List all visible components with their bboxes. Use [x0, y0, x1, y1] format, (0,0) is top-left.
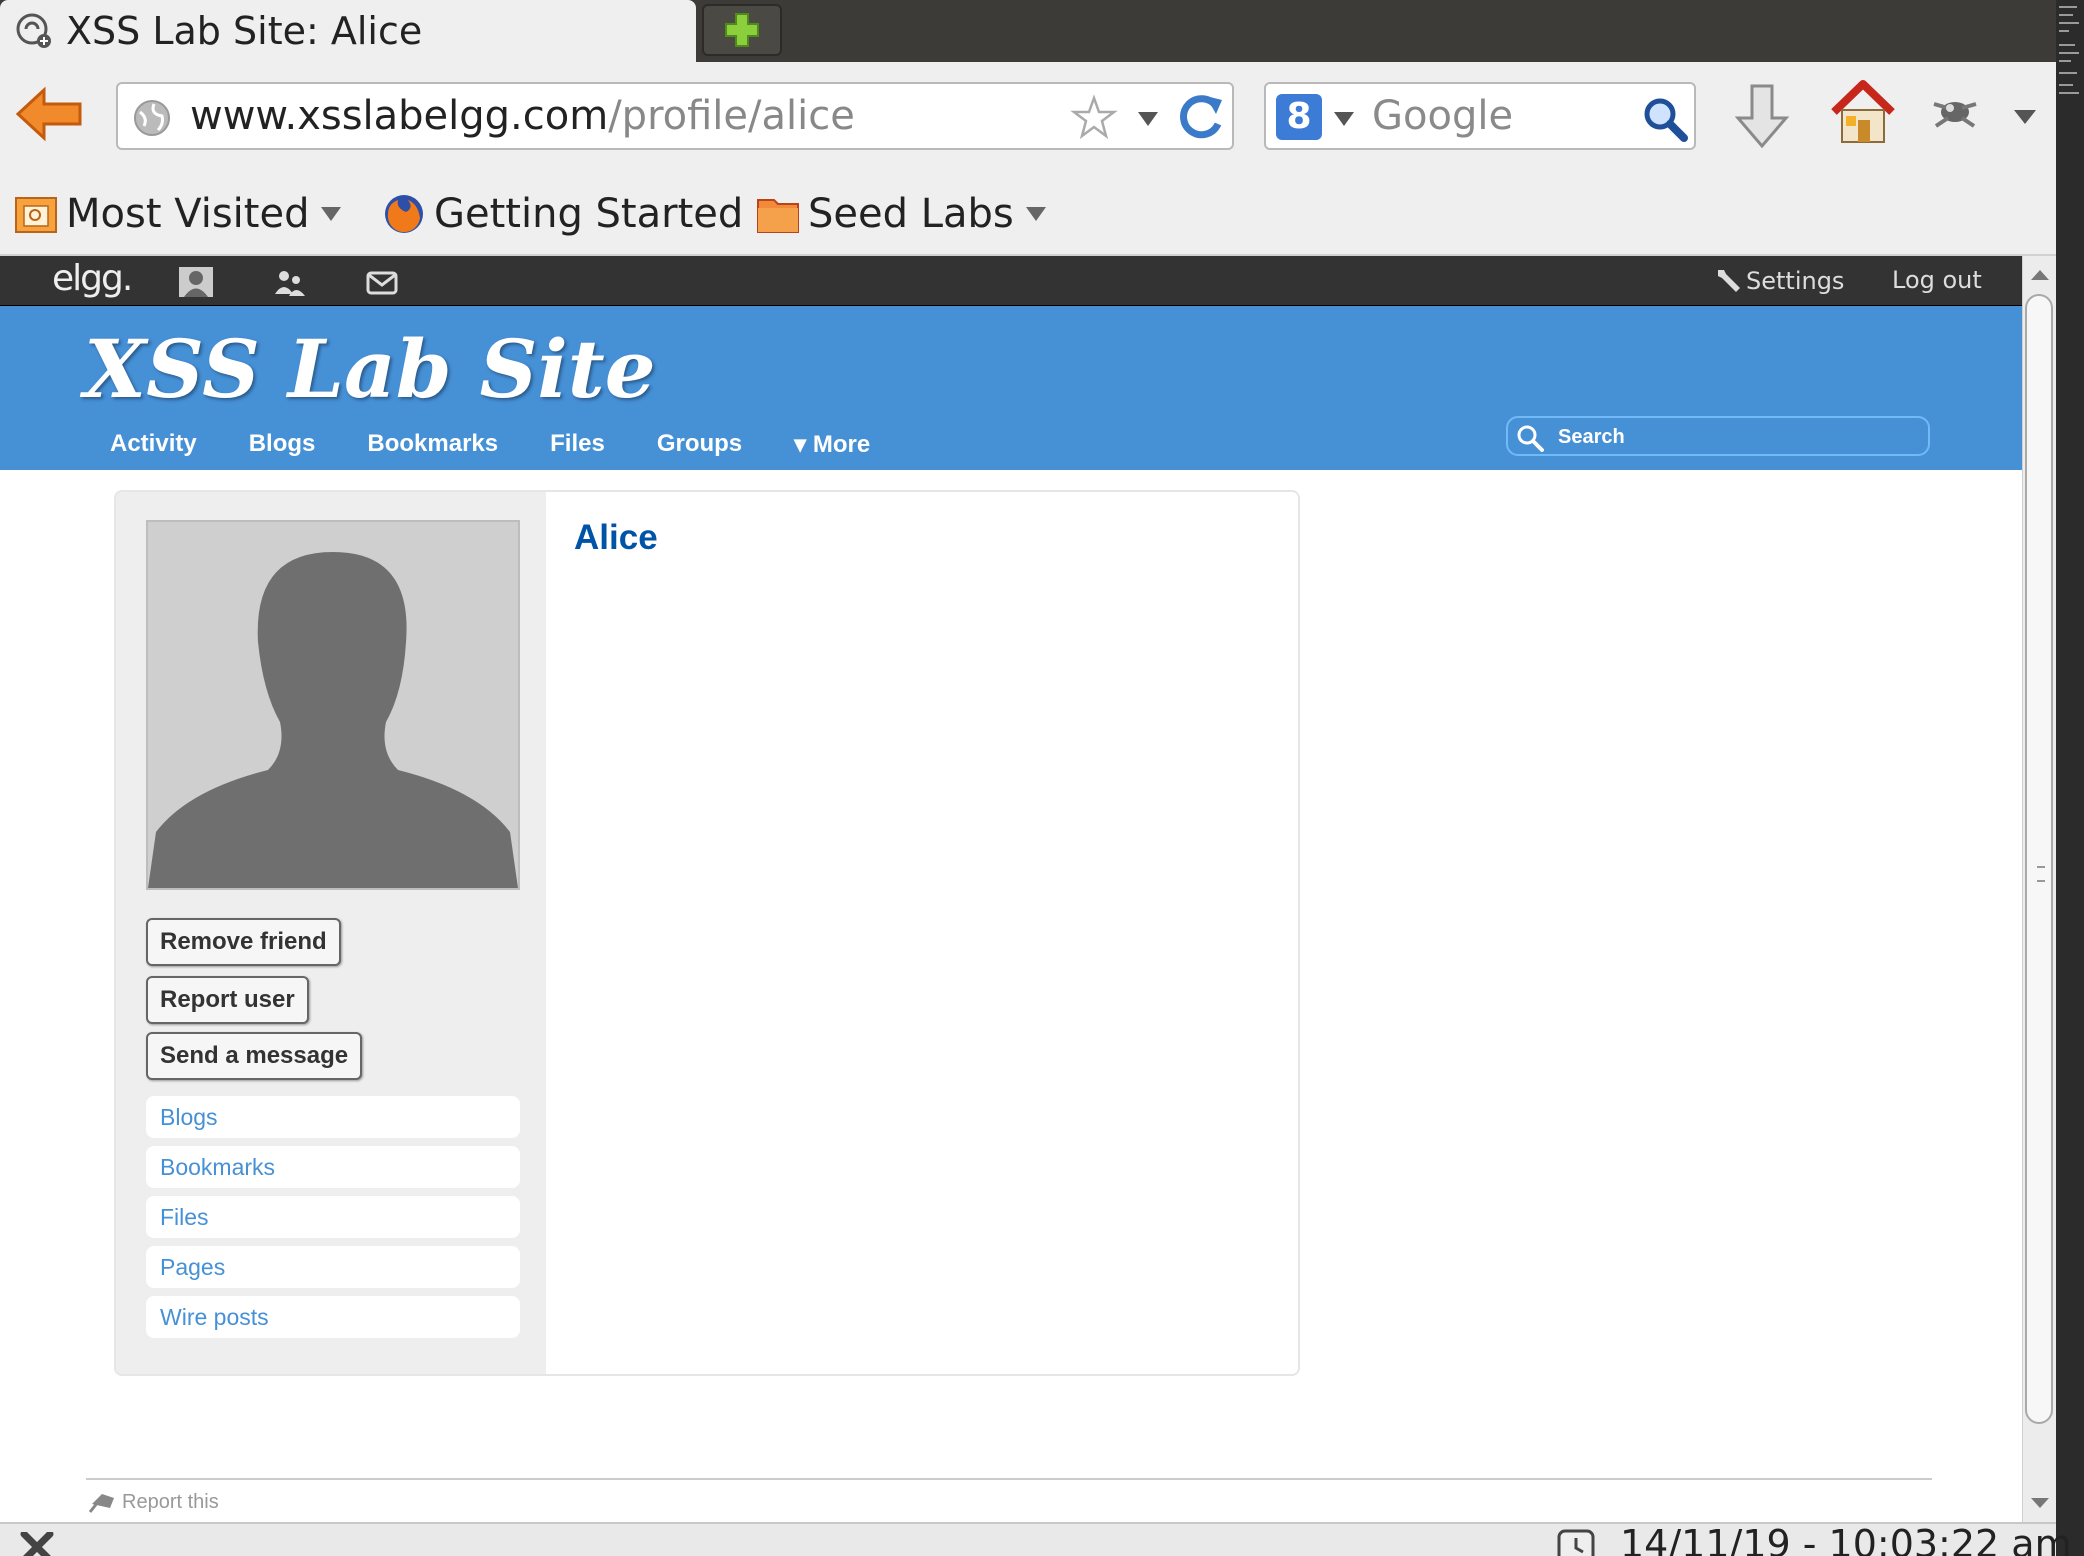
status-time: 14/11/19 - 10:03:22 am: [1620, 1522, 2072, 1556]
url-bar[interactable]: www.xsslabelgg.com/profile/alice: [116, 82, 1234, 150]
new-tab-button[interactable]: [702, 4, 782, 56]
url-path: /profile/alice: [608, 93, 855, 139]
addon-icon[interactable]: [1928, 86, 1982, 136]
screen: XSS Lab Site: Alice www.xsslabelgg.com/p…: [0, 0, 2084, 1556]
search-engine-icon[interactable]: 8: [1276, 94, 1322, 140]
home-icon[interactable]: [1830, 78, 1896, 148]
site-title[interactable]: XSS Lab Site: [84, 322, 656, 416]
owner-menu-pages[interactable]: Pages: [146, 1246, 520, 1288]
bookmark-label: Getting Started: [434, 191, 744, 237]
friends-icon[interactable]: [272, 266, 308, 298]
scrollbar-grip: [2037, 866, 2045, 882]
avatar[interactable]: [146, 520, 520, 890]
background-terminal-strip: [2056, 0, 2084, 1556]
plus-icon: [725, 13, 759, 47]
owner-menu-files[interactable]: Files: [146, 1196, 520, 1238]
bookmark-getting-started[interactable]: Getting Started: [382, 184, 743, 244]
send-message-button[interactable]: Send a message: [146, 1032, 363, 1080]
tab-active[interactable]: XSS Lab Site: Alice: [0, 0, 696, 62]
bookmark-most-visited[interactable]: Most Visited: [14, 184, 342, 244]
settings-link[interactable]: Settings: [1714, 264, 1844, 298]
chevron-down-icon: [1025, 207, 1046, 221]
folder-icon: [15, 197, 57, 233]
elgg-topbar: elgg. Settings Log out: [0, 256, 2022, 306]
report-this-label: Report this: [122, 1490, 219, 1513]
nav-files[interactable]: Files: [550, 430, 605, 459]
owner-menu-blogs[interactable]: Blogs: [146, 1096, 520, 1138]
status-bar: 14/11/19 - 10:03:22 am: [0, 1522, 2072, 1556]
search-icon: [1517, 425, 1544, 452]
reload-icon[interactable]: [1176, 90, 1228, 142]
back-arrow-icon[interactable]: [14, 84, 84, 144]
page-viewport: elgg. Settings Log out XSS Lab Site Acti…: [0, 256, 2022, 1522]
logout-link[interactable]: Log out: [1892, 266, 1982, 294]
profile-owner-block: Remove friend Report user Send a message…: [116, 492, 546, 1374]
nav-bookmarks[interactable]: Bookmarks: [367, 430, 498, 459]
bookmarks-toolbar: Most Visited Getting Started Seed Labs: [0, 172, 2056, 256]
site-search-input[interactable]: Search: [1506, 416, 1930, 456]
nav-activity[interactable]: Activity: [110, 430, 197, 459]
report-icon: [88, 1494, 114, 1513]
footer-divider: [86, 1478, 1932, 1480]
bookmark-label: Most Visited: [66, 191, 310, 237]
url-text: www.xsslabelgg.com/profile/alice: [190, 93, 855, 139]
default-avatar-silhouette-icon: [148, 552, 518, 888]
elgg-logo[interactable]: elgg.: [52, 258, 133, 299]
globe-icon: [134, 100, 170, 136]
profile-box: Remove friend Report user Send a message…: [114, 490, 1300, 1376]
report-user-button[interactable]: Report user: [146, 976, 309, 1024]
report-this-link[interactable]: Report this: [88, 1490, 219, 1514]
search-icon[interactable]: [1640, 94, 1688, 142]
nav-more[interactable]: ▾ More: [794, 430, 870, 459]
scroll-down-arrow-icon[interactable]: [2029, 1492, 2051, 1514]
navigation-toolbar: www.xsslabelgg.com/profile/alice 8 Googl…: [0, 62, 2056, 172]
site-nav: Activity Blogs Bookmarks Files Groups ▾ …: [110, 430, 922, 459]
nav-blogs[interactable]: Blogs: [249, 430, 316, 459]
bookmark-label: Seed Labs: [808, 191, 1014, 237]
close-icon[interactable]: [18, 1532, 56, 1556]
scroll-up-arrow-icon[interactable]: [2029, 264, 2051, 286]
wrench-icon: [1718, 270, 1740, 292]
owner-menu-bookmarks[interactable]: Bookmarks: [146, 1146, 520, 1188]
menu-chevron-down-icon[interactable]: [2014, 110, 2036, 124]
tab-title: XSS Lab Site: Alice: [66, 9, 423, 53]
messages-icon[interactable]: [364, 266, 400, 298]
firefox-icon: [385, 195, 423, 233]
site-search-placeholder: Search: [1558, 426, 1625, 448]
profile-icon[interactable]: [178, 266, 214, 298]
url-domain: www.xsslabelgg.com: [190, 93, 609, 139]
chevron-down-icon: [321, 207, 342, 221]
chevron-down-icon[interactable]: [1334, 112, 1354, 126]
download-icon[interactable]: [1732, 82, 1792, 152]
vertical-scrollbar[interactable]: [2022, 256, 2056, 1522]
settings-label: Settings: [1746, 267, 1845, 295]
bookmark-star-icon[interactable]: [1070, 94, 1118, 142]
site-favicon-icon: [16, 13, 51, 48]
profile-name[interactable]: Alice: [574, 518, 658, 558]
web-search-bar[interactable]: 8 Google: [1264, 82, 1696, 150]
clock-icon: [1557, 1529, 1595, 1556]
scrollbar-thumb[interactable]: [2025, 294, 2053, 1424]
site-header: XSS Lab Site Activity Blogs Bookmarks Fi…: [0, 306, 2022, 470]
folder-icon: [757, 199, 799, 233]
web-search-placeholder: Google: [1372, 93, 1514, 139]
bookmark-seed-labs[interactable]: Seed Labs: [756, 184, 1046, 244]
nav-groups[interactable]: Groups: [657, 430, 742, 459]
tab-strip: XSS Lab Site: Alice: [0, 0, 2056, 62]
owner-menu-wire-posts[interactable]: Wire posts: [146, 1296, 520, 1338]
chevron-down-icon[interactable]: [1138, 112, 1158, 126]
remove-friend-button[interactable]: Remove friend: [146, 918, 341, 966]
